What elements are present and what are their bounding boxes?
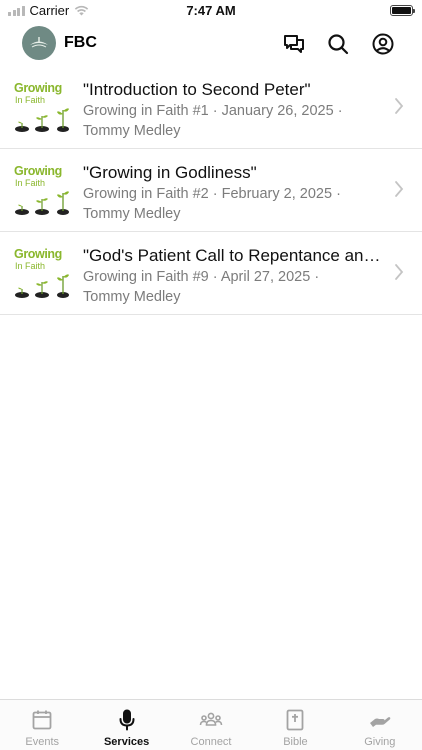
bible-icon xyxy=(287,709,304,731)
tab-label: Connect xyxy=(190,736,232,748)
thumbnail-title: Growing xyxy=(14,164,62,178)
chevron-right-icon xyxy=(395,98,404,114)
status-bar: Carrier 7:47 AM xyxy=(0,0,422,22)
sermon-title: "God's Patient Call to Repentance and Re… xyxy=(83,246,383,265)
thumbnail-title: Growing xyxy=(14,247,62,261)
sermon-row[interactable]: Growing In Faith "Growing in Godliness" … xyxy=(0,149,422,232)
sermon-meta: Growing in Faith #1 · January 26, 2025 · xyxy=(83,103,343,119)
app-header: FBC xyxy=(0,22,422,66)
tab-events[interactable]: Events xyxy=(0,700,84,750)
sermon-thumbnail: Growing In Faith xyxy=(13,76,69,132)
sermon-title: "Growing in Godliness" xyxy=(83,163,257,182)
sermon-info: "Introduction to Second Peter" Growing i… xyxy=(83,80,383,140)
logo-mark-icon xyxy=(30,37,48,48)
seedling-icon xyxy=(15,191,69,215)
seedling-icon xyxy=(15,108,69,132)
sermon-meta: Growing in Faith #2 · February 2, 2025 · xyxy=(83,186,341,202)
tab-label: Bible xyxy=(283,736,308,748)
thumbnail-title: Growing xyxy=(14,81,62,95)
seedling-icon xyxy=(15,274,69,298)
group-icon xyxy=(199,712,223,726)
sermon-thumbnail: Growing In Faith xyxy=(13,159,69,215)
sermon-speaker: Tommy Medley xyxy=(83,123,181,139)
sermon-info: "God's Patient Call to Repentance and Re… xyxy=(83,246,383,306)
sermon-title: "Introduction to Second Peter" xyxy=(83,80,311,99)
status-time: 7:47 AM xyxy=(186,3,236,18)
org-name: FBC xyxy=(64,34,97,51)
chevron-right-icon xyxy=(395,181,404,197)
search-icon[interactable] xyxy=(325,31,351,57)
tab-bar: Events Services Connect Bible Giving xyxy=(0,699,422,750)
tab-connect[interactable]: Connect xyxy=(169,700,253,750)
battery-icon xyxy=(390,5,415,16)
tab-services[interactable]: Services xyxy=(84,700,168,750)
account-icon[interactable] xyxy=(370,31,396,57)
chat-icon[interactable] xyxy=(281,31,307,57)
sermon-row[interactable]: Growing In Faith "Introduction to Second… xyxy=(0,66,422,149)
tab-label: Giving xyxy=(364,736,396,748)
sermon-meta: Growing in Faith #9 · April 27, 2025 · xyxy=(83,269,320,285)
church-logo[interactable] xyxy=(22,26,56,60)
sermon-speaker: Tommy Medley xyxy=(83,289,181,305)
microphone-icon xyxy=(119,709,135,731)
calendar-icon xyxy=(32,710,52,730)
tab-label: Services xyxy=(103,736,150,748)
chevron-right-icon xyxy=(395,264,404,280)
tab-bible[interactable]: Bible xyxy=(253,700,337,750)
tab-giving[interactable]: Giving xyxy=(338,700,422,750)
sermon-list: Growing In Faith "Introduction to Second… xyxy=(0,66,422,315)
giving-hand-icon xyxy=(369,717,391,727)
sermon-row[interactable]: Growing In Faith "God's Patient Call to … xyxy=(0,232,422,315)
sermon-speaker: Tommy Medley xyxy=(83,206,181,222)
sermon-info: "Growing in Godliness" Growing in Faith … xyxy=(83,163,383,223)
tab-label: Events xyxy=(25,736,60,748)
sermon-thumbnail: Growing In Faith xyxy=(13,242,69,298)
